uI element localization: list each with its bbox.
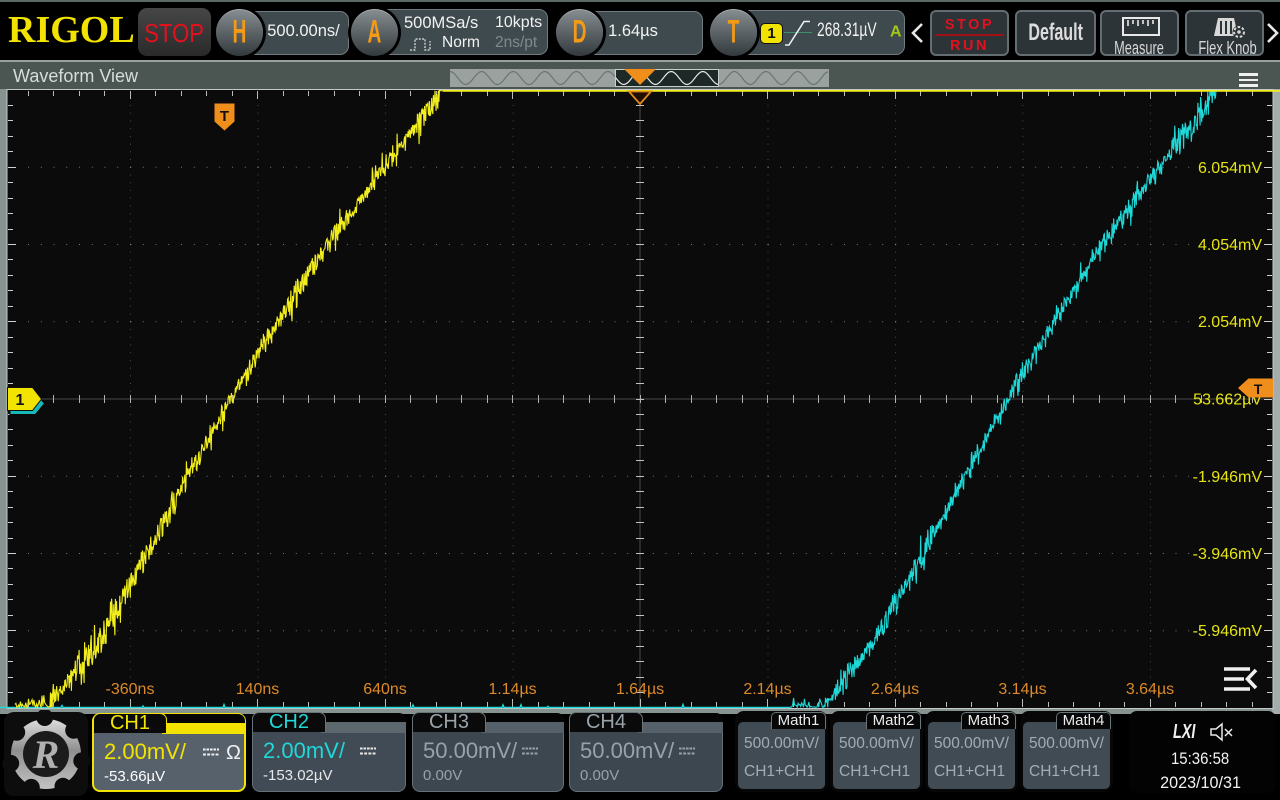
svg-text:140ns: 140ns <box>236 681 280 698</box>
svg-text:1.14µs: 1.14µs <box>488 681 536 698</box>
svg-text:4.054mV: 4.054mV <box>1198 237 1262 254</box>
svg-text:-1.946mV: -1.946mV <box>1193 469 1263 486</box>
svg-text:640ns: 640ns <box>363 681 407 698</box>
svg-text:R: R <box>32 732 60 777</box>
svg-text:T: T <box>220 108 229 125</box>
svg-text:3.14µs: 3.14µs <box>998 681 1046 698</box>
svg-text:1.64µs: 1.64µs <box>616 681 664 698</box>
svg-text:-360ns: -360ns <box>106 681 155 698</box>
svg-text:6.054mV: 6.054mV <box>1198 160 1262 177</box>
svg-text:2.054mV: 2.054mV <box>1198 314 1262 331</box>
svg-text:3.64µs: 3.64µs <box>1126 681 1174 698</box>
svg-text:2.14µs: 2.14µs <box>743 681 791 698</box>
svg-text:2.64µs: 2.64µs <box>871 681 919 698</box>
svg-text:1: 1 <box>16 392 25 409</box>
svg-text:-5.946mV: -5.946mV <box>1193 623 1263 640</box>
svg-text:T: T <box>1254 381 1263 397</box>
svg-text:-3.946mV: -3.946mV <box>1193 546 1263 563</box>
